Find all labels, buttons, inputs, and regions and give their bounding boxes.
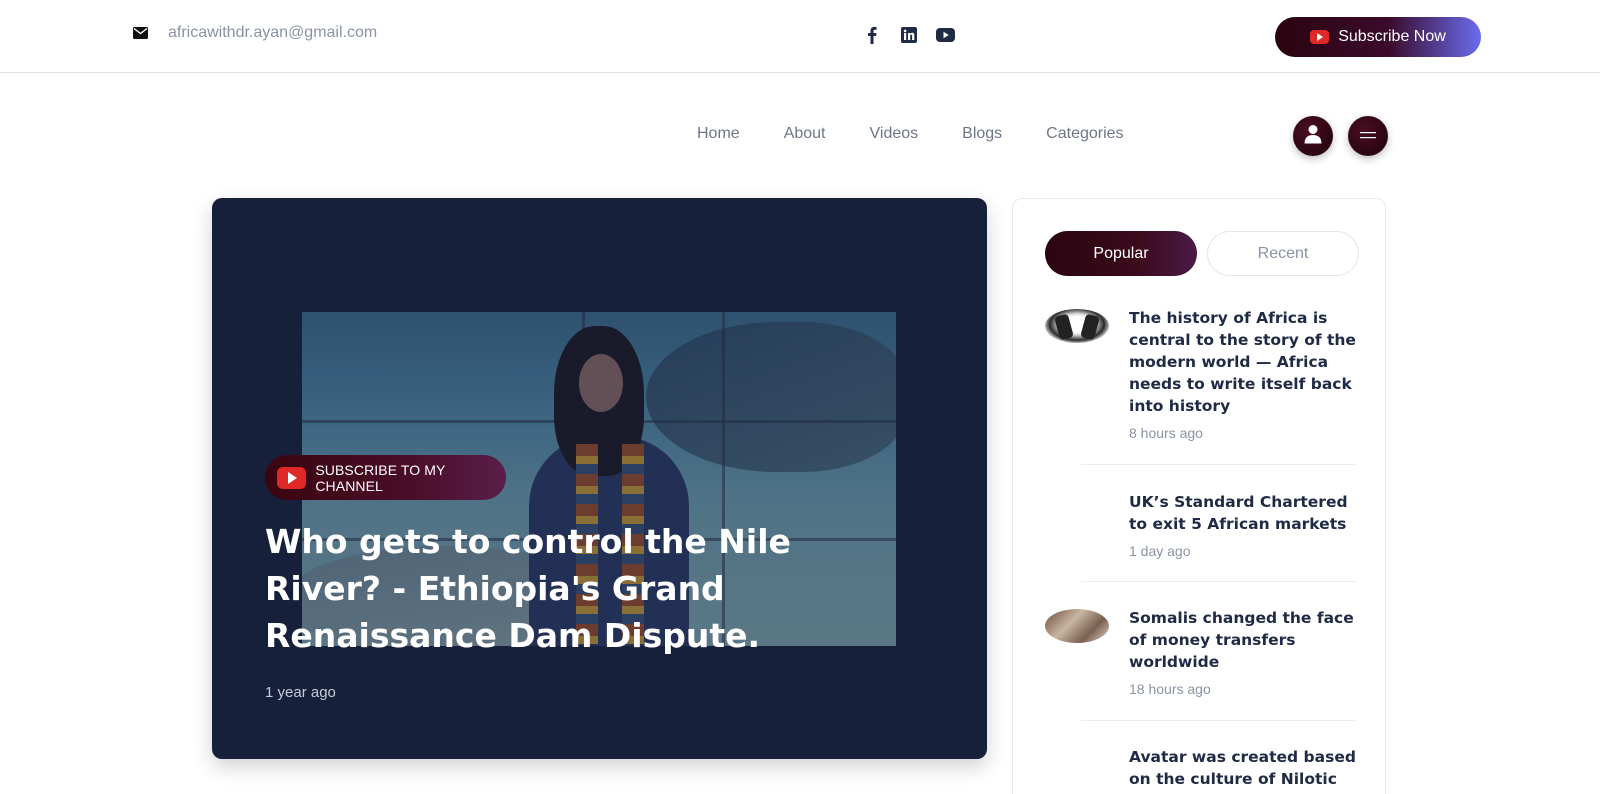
subscribe-now-label: Subscribe Now [1338,28,1446,45]
divider [1081,581,1357,582]
tab-popular[interactable]: Popular [1045,231,1197,276]
hamburger-menu-button[interactable] [1348,116,1388,156]
subscribe-channel-button[interactable]: SUBSCRIBE TO MY CHANNEL [265,455,506,500]
facebook-icon[interactable] [862,25,881,44]
featured-video-title[interactable]: Who gets to control the Nile River? - Et… [265,518,905,659]
contact-email[interactable]: africawithdr.ayan@gmail.com [133,24,377,42]
linkedin-icon[interactable] [899,25,918,44]
divider [1081,720,1357,721]
post-thumbnail[interactable] [1045,609,1109,643]
top-bar: africawithdr.ayan@gmail.com Subscribe No… [0,0,1600,73]
post-title[interactable]: Somalis changed the face of money transf… [1129,607,1357,673]
tab-recent[interactable]: Recent [1207,231,1359,276]
nav-item-home[interactable]: Home [697,125,740,143]
hamburger-menu-icon [1360,127,1376,145]
youtube-icon[interactable] [936,25,955,44]
nav-item-videos[interactable]: Videos [870,125,919,143]
envelope-icon [133,26,148,41]
youtube-play-icon [1310,30,1330,44]
post-title[interactable]: Avatar was created based on the culture … [1129,746,1357,790]
subscribe-now-button[interactable]: Subscribe Now [1275,17,1481,57]
youtube-play-icon [277,466,307,489]
divider [1081,464,1357,465]
social-links [862,25,955,44]
post-thumbnail[interactable] [1045,309,1109,343]
subscribe-channel-label: SUBSCRIBE TO MY CHANNEL [315,461,446,494]
post-title[interactable]: UK’s Standard Chartered to exit 5 Africa… [1129,491,1357,535]
nav-item-about[interactable]: About [784,125,826,143]
post-time: 18 hours ago [1129,681,1211,697]
nav-item-blogs[interactable]: Blogs [962,125,1002,143]
posts-sidebar: Popular Recent The history of Africa is … [1012,198,1386,794]
post-title[interactable]: The history of Africa is central to the … [1129,307,1357,417]
featured-video-card[interactable]: SUBSCRIBE TO MY CHANNEL Who gets to cont… [212,198,987,759]
featured-video-time: 1 year ago [265,684,336,701]
post-time: 1 day ago [1129,543,1191,559]
email-address[interactable]: africawithdr.ayan@gmail.com [168,24,377,42]
main-nav: Home About Videos Blogs Categories [697,125,1124,143]
user-icon [1304,124,1322,149]
user-account-button[interactable] [1293,116,1333,156]
post-time: 8 hours ago [1129,425,1203,441]
nav-item-categories[interactable]: Categories [1046,125,1123,143]
